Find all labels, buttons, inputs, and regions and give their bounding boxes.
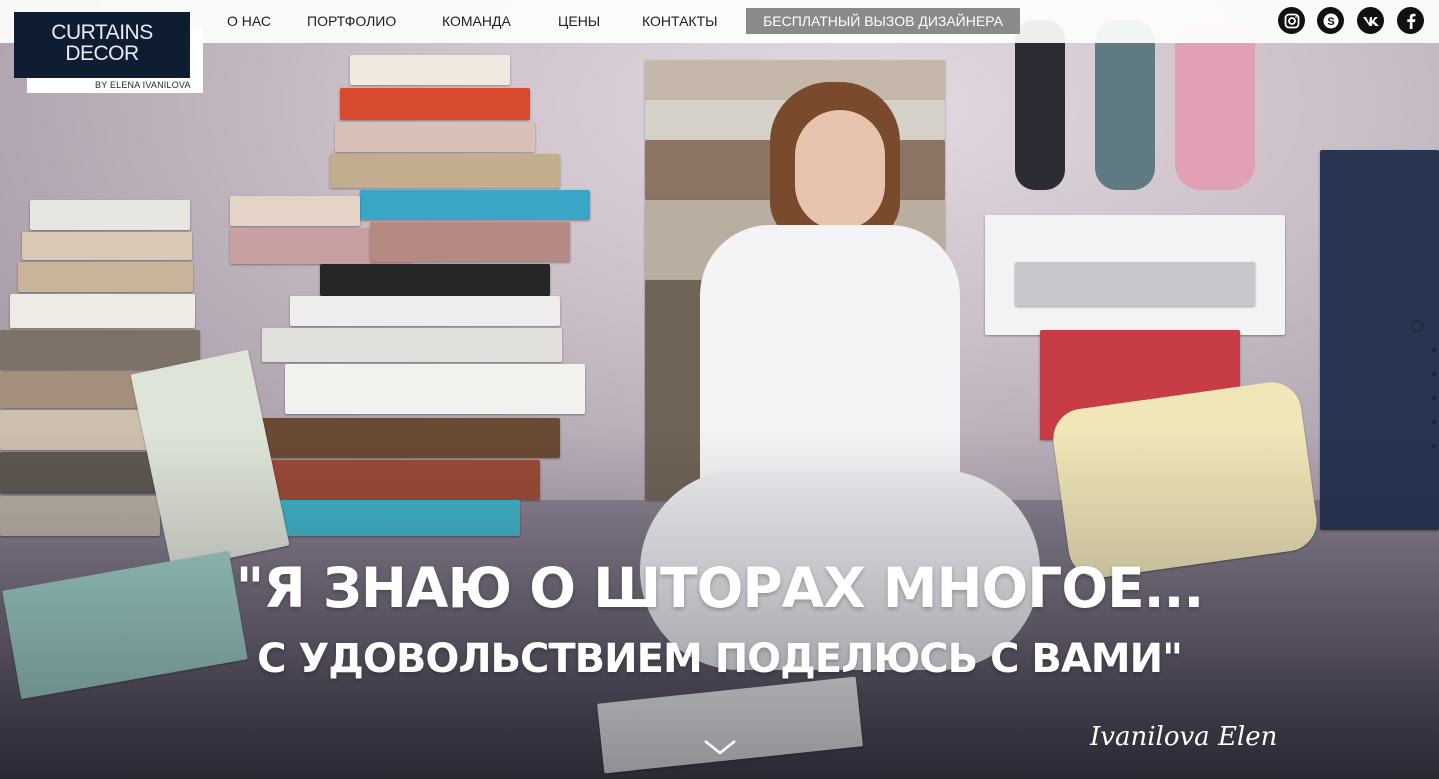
skype-icon[interactable]: S bbox=[1317, 7, 1344, 34]
vk-icon[interactable] bbox=[1357, 7, 1384, 34]
facebook-icon[interactable] bbox=[1397, 7, 1424, 34]
slide-pagination bbox=[1410, 316, 1436, 456]
signature: Ivanilova Elen bbox=[1090, 722, 1278, 752]
svg-text:S: S bbox=[1327, 16, 1334, 28]
pagination-dot[interactable] bbox=[1432, 444, 1436, 448]
pagination-dot[interactable] bbox=[1432, 396, 1436, 400]
nav-item-team[interactable]: КОМАНДА bbox=[442, 13, 511, 29]
pagination-dot-active[interactable] bbox=[1411, 320, 1423, 332]
top-navigation-bar bbox=[0, 0, 1439, 43]
pagination-dot[interactable] bbox=[1432, 420, 1436, 424]
skype-glyph: S bbox=[1323, 13, 1338, 28]
instagram-glyph bbox=[1284, 13, 1299, 28]
pagination-dot[interactable] bbox=[1432, 372, 1436, 376]
hero-quote-line-1: "Я ЗНАЮ О ШТОРАХ МНОГОЕ... bbox=[235, 556, 1205, 620]
logo-subtitle: BY ELENA IVANILOVA bbox=[95, 80, 191, 90]
instagram-icon[interactable] bbox=[1278, 7, 1305, 34]
logo-line-2: DECOR bbox=[65, 42, 139, 65]
nav-item-contacts[interactable]: КОНТАКТЫ bbox=[642, 13, 718, 29]
free-designer-call-button[interactable]: БЕСПЛАТНЫЙ ВЫЗОВ ДИЗАЙНЕРА bbox=[746, 8, 1020, 34]
hero-quote-line-2: С УДОВОЛЬСТВИЕМ ПОДЕЛЮСЬ С ВАМИ" bbox=[257, 636, 1183, 682]
logo-line-1: CURTAINS bbox=[51, 21, 153, 44]
scroll-down-chevron-icon[interactable] bbox=[703, 737, 737, 757]
nav-item-prices[interactable]: ЦЕНЫ bbox=[558, 13, 600, 29]
chevron-down-icon bbox=[704, 740, 736, 755]
nav-item-portfolio[interactable]: ПОРТФОЛИО bbox=[307, 13, 396, 29]
nav-item-about[interactable]: О НАС bbox=[227, 13, 271, 29]
pagination-dot[interactable] bbox=[1432, 348, 1436, 352]
logo[interactable]: CURTAINS DECOR bbox=[14, 12, 190, 78]
facebook-glyph bbox=[1406, 13, 1415, 29]
vk-glyph bbox=[1362, 16, 1379, 26]
